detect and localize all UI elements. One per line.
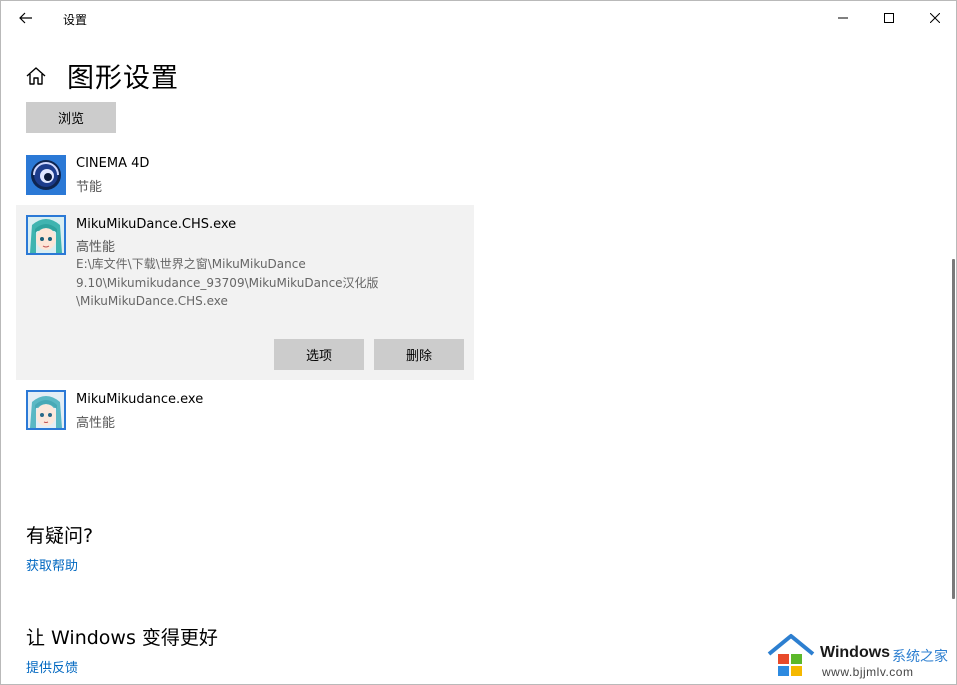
- app-preference: 节能: [76, 180, 103, 195]
- watermark-brand: Windows: [820, 644, 891, 661]
- window-title: 设置: [63, 13, 88, 27]
- remove-button[interactable]: 删除: [374, 339, 464, 370]
- title-bar: 设置: [1, 1, 956, 35]
- back-button[interactable]: [11, 7, 41, 29]
- path-line: 9.10\Mikumikudance_93709\MikuMikuDance汉化…: [76, 275, 379, 290]
- path-line: \MikuMikuDance.CHS.exe: [76, 294, 228, 308]
- app-list-item[interactable]: CINEMA 4D 节能: [16, 149, 474, 204]
- miku-icon: [26, 215, 66, 255]
- scrollbar[interactable]: [952, 259, 955, 599]
- feedback-section-title: 让 Windows 变得更好: [26, 627, 218, 649]
- app-list-item[interactable]: MikuMikudance.exe 高性能: [16, 383, 474, 438]
- app-name: MikuMikuDance.CHS.exe: [76, 217, 237, 232]
- watermark-site-name: 系统之家: [892, 649, 948, 665]
- app-name: CINEMA 4D: [76, 156, 150, 171]
- arrow-left-icon: [19, 12, 32, 24]
- windows-house-logo-icon: [767, 634, 815, 676]
- path-line: E:\库文件\下载\世界之窗\MikuMikuDance: [76, 257, 306, 271]
- miku-icon: [26, 390, 66, 430]
- app-path: E:\库文件\下载\世界之窗\MikuMikuDance 9.10\Mikumi…: [76, 255, 466, 311]
- options-button[interactable]: 选项: [274, 339, 364, 370]
- page-title: 图形设置: [67, 63, 179, 94]
- minimize-button[interactable]: [820, 1, 866, 35]
- help-section-title: 有疑问?: [26, 525, 94, 547]
- watermark-url: www.bjjmlv.com: [822, 665, 914, 679]
- home-icon[interactable]: [25, 65, 47, 87]
- app-preference: 高性能: [76, 416, 116, 431]
- close-icon: [930, 13, 940, 23]
- maximize-button[interactable]: [866, 1, 912, 35]
- give-feedback-link[interactable]: 提供反馈: [26, 657, 78, 676]
- app-name: MikuMikudance.exe: [76, 392, 204, 407]
- browse-button[interactable]: 浏览: [26, 102, 116, 133]
- app-preference: 高性能: [76, 240, 116, 255]
- minimize-icon: [838, 17, 848, 19]
- cinema4d-icon: [26, 155, 66, 195]
- watermark: Windows 系统之家 www.bjjmlv.com: [766, 632, 957, 685]
- maximize-icon: [884, 13, 894, 23]
- settings-window: 设置 图形设置 浏览 CINEMA 4D 节能 MikuMikuDance.CH…: [0, 0, 957, 685]
- close-button[interactable]: [912, 1, 956, 35]
- app-list-item-selected[interactable]: MikuMikuDance.CHS.exe 高性能 E:\库文件\下载\世界之窗…: [16, 205, 474, 380]
- get-help-link[interactable]: 获取帮助: [26, 555, 78, 574]
